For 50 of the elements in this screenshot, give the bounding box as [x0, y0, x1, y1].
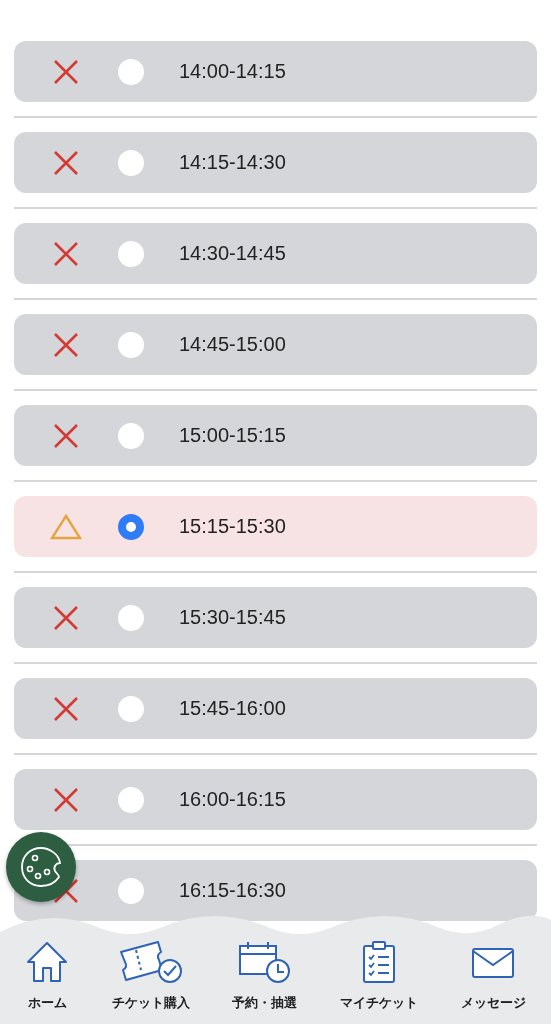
cross-icon — [53, 604, 79, 631]
time-slot-row[interactable]: 15:30-15:45 — [14, 587, 537, 648]
cross-icon — [53, 786, 79, 813]
radio-button[interactable] — [118, 877, 144, 904]
radio-button[interactable] — [118, 58, 144, 85]
time-label: 15:00-15:15 — [179, 424, 286, 447]
nav-tab[interactable]: チケット購入 — [111, 936, 190, 1024]
time-label: 14:00-14:15 — [179, 60, 286, 83]
time-label: 14:30-14:45 — [179, 242, 286, 265]
radio-button[interactable] — [118, 695, 144, 722]
ticket-check-icon — [117, 940, 184, 984]
time-slot-row[interactable]: 16:15-16:30 — [14, 860, 537, 921]
triangle-icon — [50, 513, 82, 540]
radio-button[interactable] — [118, 240, 144, 267]
cross-icon — [53, 149, 79, 176]
calendar-clock-icon — [237, 940, 293, 984]
time-label: 16:00-16:15 — [179, 788, 286, 811]
home-icon — [25, 940, 70, 984]
clipboard-icon — [361, 940, 398, 984]
time-slot-row[interactable]: 14:30-14:45 — [14, 223, 537, 284]
cookie-icon — [19, 845, 63, 889]
nav-tab[interactable]: メッセージ — [460, 936, 526, 1024]
time-slot-row[interactable]: 15:45-16:00 — [14, 678, 537, 739]
radio-button[interactable] — [118, 149, 144, 176]
radio-button[interactable] — [118, 786, 144, 813]
cross-icon — [53, 58, 79, 85]
time-slot-row[interactable]: 16:00-16:15 — [14, 769, 537, 830]
nav-tab[interactable]: ホーム — [25, 936, 70, 1024]
time-label: 14:15-14:30 — [179, 151, 286, 174]
nav-tab[interactable]: マイチケット — [340, 936, 419, 1024]
cross-icon — [53, 240, 79, 267]
time-slot-row[interactable]: 14:15-14:30 — [14, 132, 537, 193]
cookie-button[interactable] — [6, 832, 76, 902]
cross-icon — [53, 695, 79, 722]
time-slot-row[interactable]: 14:45-15:00 — [14, 314, 537, 375]
time-label: 15:45-16:00 — [179, 697, 286, 720]
time-slot-row[interactable]: 14:00-14:15 — [14, 41, 537, 102]
radio-button[interactable] — [118, 604, 144, 631]
time-slot-row[interactable]: 15:00-15:15 — [14, 405, 537, 466]
time-label: 14:45-15:00 — [179, 333, 286, 356]
radio-button[interactable] — [118, 513, 144, 540]
nav-tab[interactable]: 予約・抽選 — [232, 936, 298, 1024]
time-label: 16:15-16:30 — [179, 879, 286, 902]
radio-button[interactable] — [118, 422, 144, 449]
cross-icon — [53, 422, 79, 449]
time-label: 15:30-15:45 — [179, 606, 286, 629]
cross-icon — [53, 331, 79, 358]
time-label: 15:15-15:30 — [179, 515, 286, 538]
radio-button[interactable] — [118, 331, 144, 358]
time-slot-row[interactable]: 15:15-15:30 — [14, 496, 537, 557]
